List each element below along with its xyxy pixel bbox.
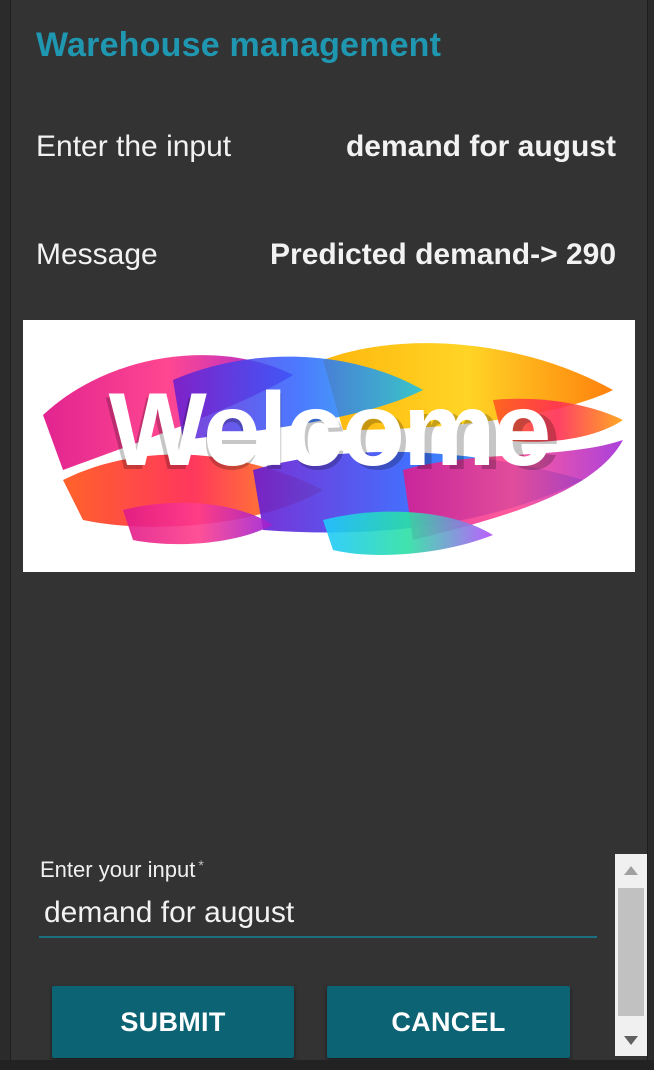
submit-button[interactable]: SUBMIT <box>52 986 294 1058</box>
scroll-up-arrow-icon[interactable] <box>615 854 647 886</box>
input-row-value: demand for august <box>345 130 616 163</box>
scroll-down-arrow-icon[interactable] <box>615 1024 647 1056</box>
message-row-label: Message <box>36 238 158 271</box>
welcome-banner-graphic: Welcome Welcome <box>43 343 623 555</box>
input-row-label: Enter the input <box>36 130 232 163</box>
banner-text: Welcome <box>109 372 550 488</box>
user-input-field[interactable] <box>39 890 597 938</box>
required-mark: * <box>198 857 204 873</box>
input-field-label: Enter your input * <box>40 857 204 883</box>
page-title: Warehouse management <box>36 26 442 64</box>
input-field-label-text: Enter your input <box>40 857 196 882</box>
message-row-value: Predicted demand-> 290 <box>270 238 616 271</box>
window-bottom-frame <box>0 1060 654 1070</box>
vertical-scrollbar[interactable] <box>615 854 647 1056</box>
welcome-banner-image: Welcome Welcome <box>23 320 635 572</box>
cancel-button[interactable]: CANCEL <box>327 986 570 1058</box>
app-window: Warehouse management Enter the input dem… <box>10 0 648 1060</box>
scrollbar-thumb[interactable] <box>618 888 644 1016</box>
